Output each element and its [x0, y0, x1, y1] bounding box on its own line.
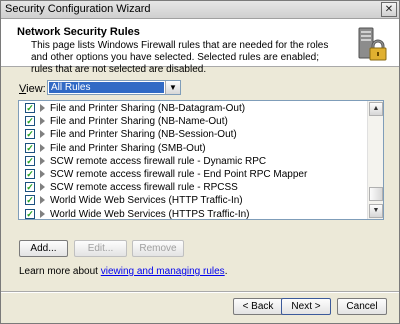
- remove-button[interactable]: Remove: [132, 240, 184, 257]
- rule-label: File and Printer Sharing (NB-Datagram-Ou…: [50, 103, 246, 114]
- rule-checkbox[interactable]: ✓: [25, 208, 35, 219]
- rule-row[interactable]: ✓ SCW remote access firewall rule - Dynam…: [19, 155, 367, 168]
- add-button-label: Add...: [30, 243, 57, 254]
- rule-row[interactable]: ✓ World Wide Web Services (HTTP Traffic-I…: [19, 194, 367, 207]
- next-button-label: Next >: [291, 301, 321, 312]
- view-label: View:: [19, 83, 46, 95]
- learn-more-text: Learn more about viewing and managing ru…: [19, 266, 227, 277]
- wizard-window: Security Configuration Wizard ✕ Network …: [0, 0, 400, 324]
- rule-label: File and Printer Sharing (NB-Session-Out…: [50, 129, 237, 141]
- rule-row[interactable]: ✓ SCW remote access firewall rule - End P…: [19, 168, 367, 181]
- expand-arrow-icon[interactable]: [40, 130, 45, 139]
- expand-arrow-icon[interactable]: [40, 196, 45, 205]
- page-title: Network Security Rules: [17, 26, 140, 38]
- scroll-up-icon[interactable]: ▲: [369, 102, 383, 116]
- rule-label: SCW remote access firewall rule - Dynami…: [50, 155, 267, 167]
- wizard-header: Network Security Rules This page lists W…: [1, 19, 399, 75]
- back-button[interactable]: < Back: [233, 298, 283, 315]
- expand-arrow-icon[interactable]: [40, 170, 45, 178]
- expand-arrow-icon[interactable]: [40, 209, 45, 218]
- security-server-icon: [358, 27, 387, 61]
- cancel-button[interactable]: Cancel: [337, 298, 387, 315]
- expand-arrow-icon[interactable]: [40, 117, 45, 126]
- rule-label: File and Printer Sharing (SMB-Out): [50, 142, 206, 154]
- remove-button-label: Remove: [139, 243, 177, 254]
- cancel-button-label: Cancel: [346, 301, 378, 312]
- page-description: This page lists Windows Firewall rules t…: [31, 40, 329, 75]
- edit-button-label: Edit...: [87, 243, 114, 254]
- rule-row[interactable]: ✓ File and Printer Sharing (NB-Datagram-O…: [19, 102, 367, 115]
- close-icon: ✕: [384, 4, 394, 15]
- rule-label: SCW remote access firewall rule - RPCSS: [50, 182, 238, 194]
- chevron-down-icon[interactable]: ▼: [165, 81, 180, 94]
- scroll-down-icon[interactable]: ▼: [369, 204, 383, 218]
- title-bar[interactable]: Security Configuration Wizard ✕: [1, 1, 399, 19]
- scroll-thumb[interactable]: [369, 187, 383, 201]
- close-button[interactable]: ✕: [381, 2, 397, 17]
- expand-arrow-icon[interactable]: [40, 104, 45, 112]
- rule-checkbox[interactable]: ✓: [25, 103, 35, 113]
- edit-button[interactable]: Edit...: [74, 240, 127, 257]
- rule-checkbox[interactable]: ✓: [25, 155, 35, 166]
- rule-row[interactable]: ✓ File and Printer Sharing (SMB-Out): [19, 142, 367, 155]
- rule-label: World Wide Web Services (HTTPS Traffic-I…: [50, 208, 250, 220]
- back-button-label: < Back: [242, 301, 274, 312]
- rules-list[interactable]: ✓ File and Printer Sharing (NB-Datagram-O…: [18, 100, 384, 220]
- rule-checkbox[interactable]: ✓: [25, 182, 35, 193]
- rule-row[interactable]: ✓ SCW remote access firewall rule - RPCSS: [19, 181, 367, 194]
- add-button[interactable]: Add...: [19, 240, 68, 257]
- learn-more-link[interactable]: viewing and managing rules: [101, 266, 225, 277]
- expand-arrow-icon[interactable]: [40, 183, 45, 192]
- rule-row[interactable]: ✓ File and Printer Sharing (NB-Name-Out): [19, 115, 367, 128]
- learn-more-prefix: Learn more about: [19, 266, 101, 277]
- window-title: Security Configuration Wizard: [5, 3, 151, 15]
- footer-divider: [1, 291, 399, 293]
- next-button[interactable]: Next >: [281, 298, 331, 315]
- learn-more-suffix: .: [224, 266, 228, 277]
- rules-scrollbar[interactable]: ▲ ▼: [367, 101, 383, 219]
- expand-arrow-icon[interactable]: [40, 143, 45, 152]
- rule-checkbox[interactable]: ✓: [25, 129, 35, 140]
- view-dropdown[interactable]: All Rules ▼: [47, 80, 181, 95]
- rule-label: SCW remote access firewall rule - End Po…: [50, 169, 308, 180]
- rule-row[interactable]: ✓ File and Printer Sharing (NB-Session-Ou…: [19, 128, 367, 141]
- rule-checkbox[interactable]: ✓: [25, 169, 35, 179]
- rule-checkbox[interactable]: ✓: [25, 142, 35, 153]
- rule-label: World Wide Web Services (HTTP Traffic-In…: [50, 195, 243, 207]
- rule-checkbox[interactable]: ✓: [25, 195, 35, 206]
- rule-checkbox[interactable]: ✓: [25, 116, 35, 127]
- rule-row[interactable]: ✓ World Wide Web Services (HTTPS Traffic-…: [19, 208, 367, 220]
- rule-label: File and Printer Sharing (NB-Name-Out): [50, 116, 228, 128]
- view-dropdown-value: All Rules: [49, 82, 164, 93]
- expand-arrow-icon[interactable]: [40, 156, 45, 165]
